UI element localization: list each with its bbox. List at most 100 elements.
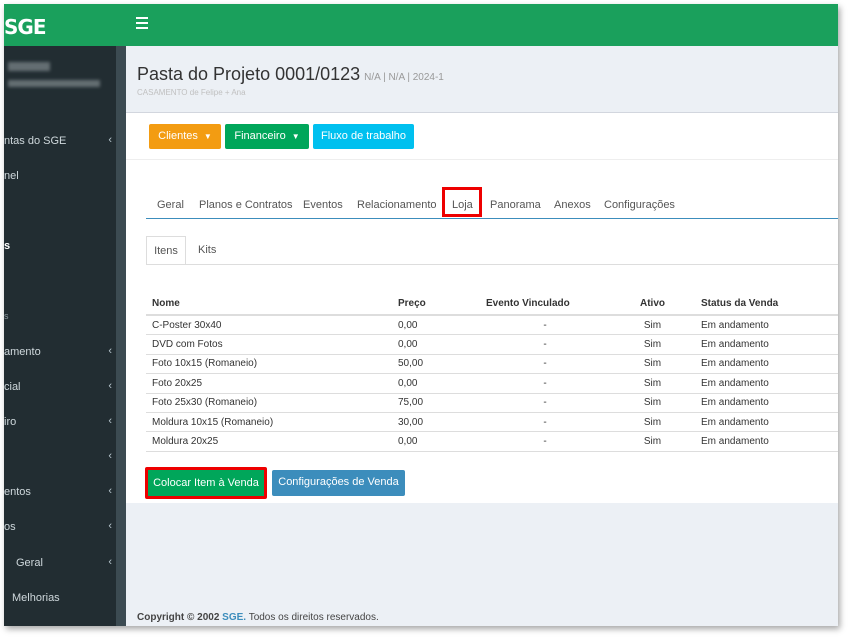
cell-ativo: Sim: [610, 411, 695, 432]
cell-status: Em andamento: [695, 392, 838, 413]
cell-evento-vinculado: -: [480, 411, 610, 432]
column-header-preco[interactable]: Preço: [392, 292, 480, 316]
loja-tab-highlight: [442, 187, 482, 217]
clientes-dropdown-button[interactable]: Clientes ▼: [149, 124, 221, 149]
cell-evento-vinculado: -: [480, 334, 610, 355]
sidebar-item-label: iro: [4, 416, 17, 428]
sidebar-item-cadastros[interactable]: os ‹: [4, 518, 116, 538]
cell-evento-vinculado: -: [480, 373, 610, 394]
sidebar-item-financeiro[interactable]: iro ‹: [4, 413, 116, 433]
page-title-text: Pasta do Projeto 0001/0123: [137, 64, 361, 84]
sidebar-item-melhorias[interactable]: Melhorias: [4, 589, 116, 609]
column-header-status-da-venda[interactable]: Status da Venda: [695, 292, 838, 316]
divider: [126, 159, 838, 160]
tabs-underline: [146, 218, 838, 219]
page-meta: N/A | N/A | 2024-1: [364, 72, 444, 83]
chevron-left-icon: ‹: [108, 556, 112, 568]
cell-status: Em andamento: [695, 314, 838, 335]
sidebar-item-label: cial: [4, 381, 21, 393]
app-window: SGE ntas do SGE ‹ nel s s amento ‹ cial …: [4, 4, 838, 626]
column-header-nome[interactable]: Nome: [146, 292, 392, 316]
sidebar-item-painel[interactable]: nel: [4, 167, 116, 187]
cell-preco: 0,00: [392, 334, 480, 355]
cell-preco: 0,00: [392, 373, 480, 394]
sidebar-item-label: Geral: [16, 557, 43, 569]
table-row[interactable]: Foto 20x25 0,00 - Sim Em andamento: [146, 373, 838, 394]
user-name-blurred: [8, 62, 50, 71]
chevron-left-icon: ‹: [108, 345, 112, 357]
cell-status: Em andamento: [695, 334, 838, 355]
chevron-left-icon: ‹: [108, 415, 112, 427]
sidebar-item-label: s: [4, 311, 9, 321]
sidebar-item-relacionamento[interactable]: amento ‹: [4, 343, 116, 363]
cell-nome: Foto 10x15 (Romaneio): [146, 353, 392, 374]
fluxo-de-trabalho-button[interactable]: Fluxo de trabalho: [313, 124, 414, 149]
tab-planos-e-contratos[interactable]: Planos e Contratos: [199, 199, 293, 211]
cell-nome: C-Poster 30x40: [146, 314, 392, 335]
table-row[interactable]: Moldura 20x25 0,00 - Sim Em andamento: [146, 431, 838, 452]
project-panel: Clientes ▼ Financeiro ▼ Fluxo de trabalho …: [126, 112, 838, 503]
sidebar-item-label: entos: [4, 486, 31, 498]
table-row[interactable]: DVD com Fotos 0,00 - Sim Em andamento: [146, 334, 838, 355]
sidebar-item-label: os: [4, 521, 16, 533]
sidebar-item-label: Melhorias: [12, 592, 60, 604]
app-logo: SGE: [4, 15, 46, 39]
sidebar-divider: [116, 46, 126, 626]
tab-geral[interactable]: Geral: [157, 199, 184, 211]
cell-nome: DVD com Fotos: [146, 334, 392, 355]
cell-nome: Moldura 10x15 (Romaneio): [146, 411, 392, 432]
clientes-label: Clientes: [158, 130, 198, 142]
cell-preco: 30,00: [392, 411, 480, 432]
cell-ativo: Sim: [610, 314, 695, 335]
caret-down-icon: ▼: [203, 132, 212, 141]
cell-ativo: Sim: [610, 431, 695, 452]
table-row[interactable]: Foto 25x30 (Romaneio) 75,00 - Sim Em and…: [146, 392, 838, 413]
sidebar-item-section[interactable]: s: [4, 308, 116, 328]
footer-brand-link[interactable]: SGE.: [222, 612, 246, 623]
footer-rights: Todos os direitos reservados.: [248, 612, 379, 623]
cell-nome: Foto 20x25: [146, 373, 392, 394]
column-header-evento-vinculado[interactable]: Evento Vinculado: [480, 292, 610, 316]
caret-down-icon: ▼: [291, 132, 300, 141]
financeiro-label: Financeiro: [234, 130, 286, 142]
financeiro-dropdown-button[interactable]: Financeiro ▼: [225, 124, 309, 149]
sidebar-item-comercial[interactable]: cial ‹: [4, 378, 116, 398]
tab-anexos[interactable]: Anexos: [554, 199, 591, 211]
column-header-ativo[interactable]: Ativo: [610, 292, 695, 316]
cell-nome: Foto 25x30 (Romaneio): [146, 392, 392, 413]
cell-preco: 0,00: [392, 314, 480, 335]
chevron-left-icon: ‹: [108, 520, 112, 532]
table-row[interactable]: C-Poster 30x40 0,00 - Sim Em andamento: [146, 314, 838, 335]
tab-eventos[interactable]: Eventos: [303, 199, 343, 211]
subtab-itens[interactable]: Itens: [146, 236, 186, 265]
page-title: Pasta do Projeto 0001/0123 N/A | N/A | 20…: [137, 64, 444, 85]
tab-panorama[interactable]: Panorama: [490, 199, 541, 211]
sidebar-item-geral[interactable]: Geral ‹: [4, 554, 116, 574]
footer-copyright: Copyright © 2002: [137, 612, 220, 623]
sidebar-item-label: ntas do SGE: [4, 135, 67, 147]
cell-status: Em andamento: [695, 373, 838, 394]
configuracoes-de-venda-button[interactable]: Configurações de Venda: [272, 470, 405, 496]
page-subtitle: CASAMENTO de Felipe + Ana: [137, 88, 246, 97]
sidebar-item-eventos[interactable]: entos ‹: [4, 483, 116, 503]
sidebar: ntas do SGE ‹ nel s s amento ‹ cial ‹ ir…: [4, 46, 116, 626]
subtab-kits[interactable]: Kits: [198, 244, 216, 256]
sidebar-item-unlabeled[interactable]: ‹: [4, 448, 116, 468]
user-info-blurred: [8, 80, 100, 87]
colocar-item-a-venda-button[interactable]: Colocar Item à Venda: [145, 467, 267, 499]
top-navbar: SGE: [4, 4, 838, 46]
table-row[interactable]: Moldura 10x15 (Romaneio) 30,00 - Sim Em …: [146, 411, 838, 432]
sidebar-item-ferramentas[interactable]: ntas do SGE ‹: [4, 132, 116, 152]
table-row[interactable]: Foto 10x15 (Romaneio) 50,00 - Sim Em and…: [146, 353, 838, 374]
sidebar-item-label: s: [4, 240, 11, 252]
cell-nome: Moldura 20x25: [146, 431, 392, 452]
chevron-left-icon: ‹: [108, 134, 112, 146]
tab-relacionamento[interactable]: Relacionamento: [357, 199, 437, 211]
items-table: Nome Preço Evento Vinculado Ativo Status…: [146, 292, 838, 452]
cell-preco: 0,00: [392, 431, 480, 452]
menu-toggle-icon[interactable]: [136, 17, 148, 29]
cell-evento-vinculado: -: [480, 353, 610, 374]
sidebar-item-projetos[interactable]: s: [4, 237, 116, 257]
tab-configuracoes[interactable]: Configurações: [604, 199, 675, 211]
cell-evento-vinculado: -: [480, 314, 610, 335]
